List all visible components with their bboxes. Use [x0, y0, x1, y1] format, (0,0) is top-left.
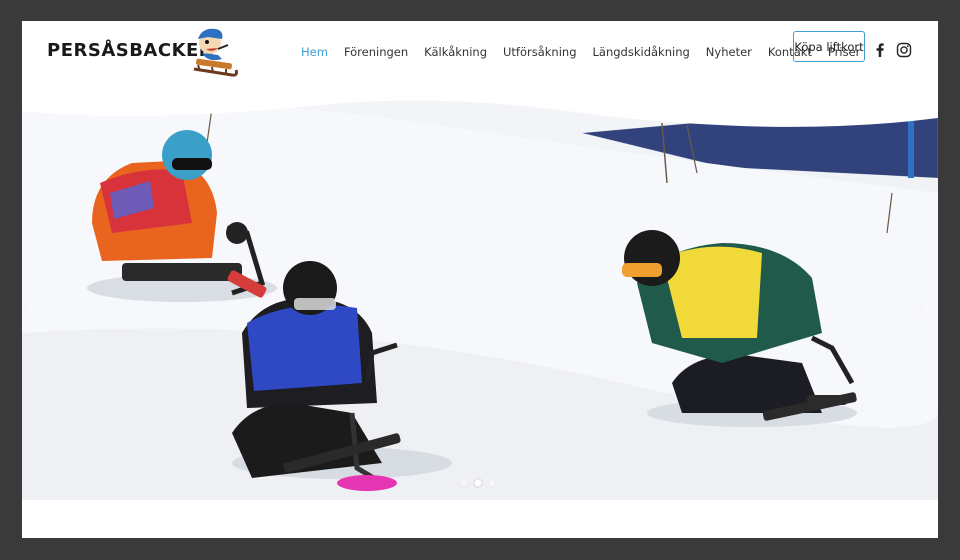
facebook-icon[interactable]	[872, 42, 888, 58]
main-nav: Hem Föreningen Kälkåkning Utförsåkning L…	[301, 44, 876, 60]
sled-mascot-logo[interactable]	[188, 25, 240, 79]
slider-dot-3[interactable]	[488, 479, 496, 487]
browser-viewport: ‹ › PERSÅSBACKEN Hem Föreningen Kälkåkni…	[22, 21, 938, 538]
slider-dot-2[interactable]	[474, 479, 482, 487]
slider-dot-1[interactable]	[460, 479, 468, 487]
site-header: PERSÅSBACKEN Hem Föreningen Kälkåkning U…	[22, 21, 938, 91]
buy-lift-pass-button[interactable]: Köpa liftkort	[793, 31, 865, 62]
nav-item-hem[interactable]: Hem	[301, 45, 328, 59]
slider-next-button[interactable]: ›	[921, 301, 933, 319]
hero-slider[interactable]: ‹ ›	[22, 83, 938, 500]
nav-item-nyheter[interactable]: Nyheter	[706, 45, 752, 59]
instagram-icon[interactable]	[896, 42, 912, 58]
chevron-left-icon: ‹	[26, 300, 34, 319]
hero-image	[22, 83, 938, 500]
nav-item-foreningen[interactable]: Föreningen	[344, 45, 408, 59]
slider-dots	[460, 479, 502, 487]
chevron-right-icon: ›	[923, 300, 931, 319]
nav-item-utforsakning[interactable]: Utförsåkning	[503, 45, 577, 59]
nav-item-langdskidakning[interactable]: Längdskidåkning	[593, 45, 690, 59]
slider-prev-button[interactable]: ‹	[24, 301, 36, 319]
nav-item-kalkakning[interactable]: Kälkåkning	[424, 45, 487, 59]
